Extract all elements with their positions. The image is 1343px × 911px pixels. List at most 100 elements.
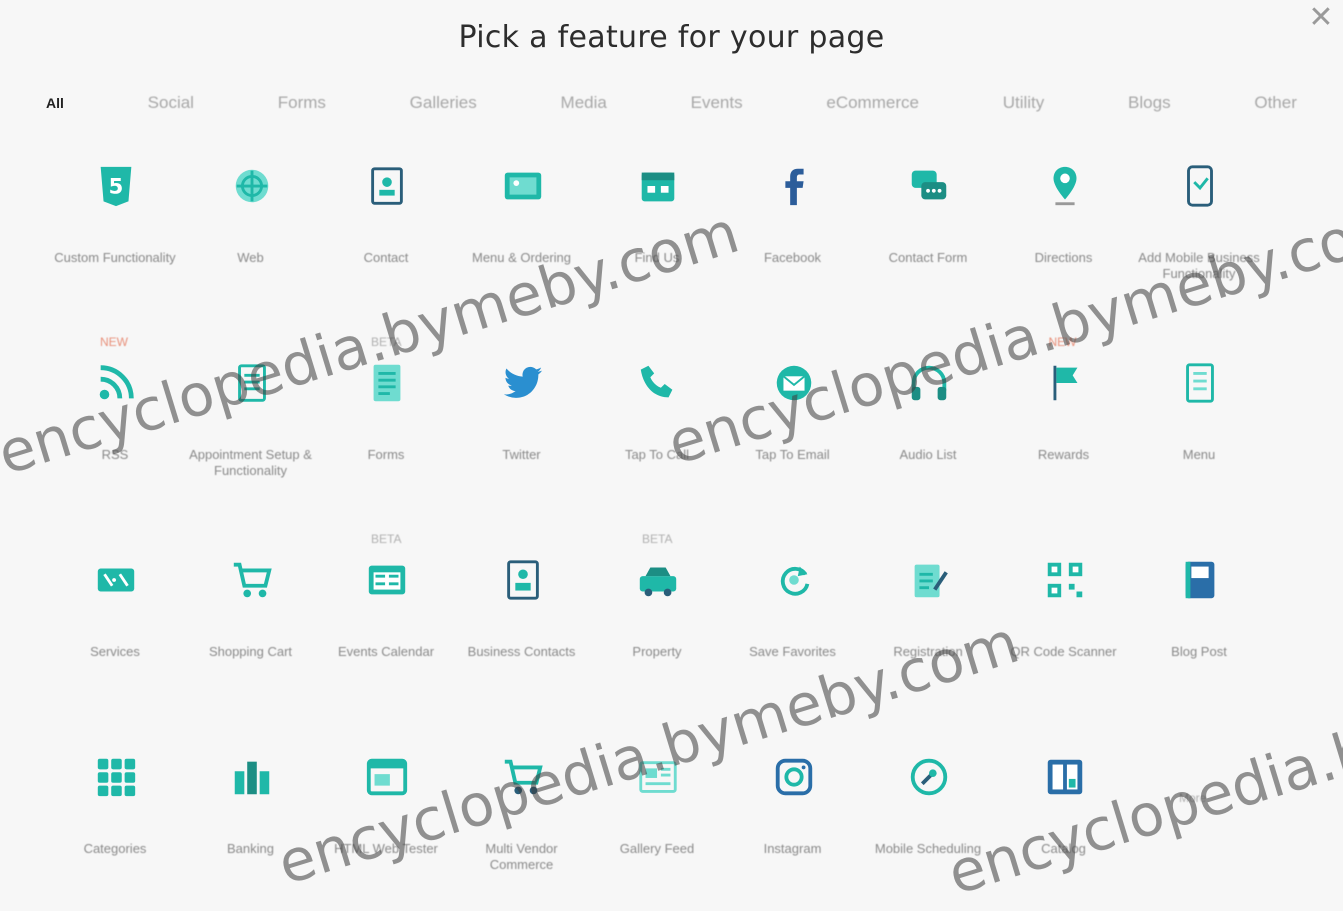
building-icon: [226, 751, 278, 803]
document-icon: [361, 357, 413, 409]
feature-tile[interactable]: BETA Property: [592, 532, 722, 714]
tab-utility[interactable]: Utility: [997, 89, 1051, 117]
feature-label: Menu & Ordering: [472, 250, 571, 265]
tab-all[interactable]: All: [40, 91, 70, 115]
rss-feed-icon: [90, 357, 142, 409]
feature-label: Events Calendar: [337, 644, 435, 659]
feature-label: Audio List: [899, 447, 957, 462]
feature-tile[interactable]: Contact: [321, 150, 451, 320]
feature-label: Gallery Feed: [619, 841, 695, 856]
cart-plus-icon: [497, 751, 549, 803]
event-calendar-icon: [361, 554, 413, 606]
web-window-icon: [361, 751, 413, 803]
feature-label: Save Favorites: [749, 644, 836, 659]
tab-social[interactable]: Social: [142, 89, 200, 117]
feature-tile[interactable]: NEW RSS: [50, 335, 180, 517]
feature-tile[interactable]: Find Us: [592, 150, 722, 320]
facebook-icon: [768, 160, 820, 212]
web-globe-icon: [226, 160, 278, 212]
feature-label: Facebook: [763, 250, 822, 265]
tab-other[interactable]: Other: [1248, 89, 1303, 117]
feature-tile[interactable]: Shopping Cart: [186, 544, 316, 714]
feature-label: Directions: [1034, 250, 1093, 265]
feature-tile[interactable]: Web: [186, 150, 316, 320]
category-tabs: All Social Forms Galleries Media Events eComme…: [40, 88, 1303, 118]
feature-tile[interactable]: Audio List: [863, 347, 993, 517]
feature-tile[interactable]: Business Contacts: [457, 544, 587, 714]
feature-badge: BETA: [642, 532, 673, 546]
checklist-icon: [903, 554, 955, 606]
feature-tile[interactable]: BETA Forms: [321, 335, 451, 517]
dialog-title: Pick a feature for your page: [458, 20, 885, 55]
feature-tile[interactable]: Blog Post: [1134, 544, 1264, 714]
member-card-icon: [497, 554, 549, 606]
headphones-icon: [903, 357, 955, 409]
feature-label: Add Mobile Business Functionality: [1138, 250, 1260, 281]
book-open-icon: [1039, 751, 1091, 803]
feature-badge: More: [1179, 791, 1207, 805]
feature-label: Forms: [367, 447, 405, 462]
feature-tile[interactable]: Services: [50, 544, 180, 714]
car-icon: [632, 554, 684, 606]
feature-tile[interactable]: Appointment Setup & Functionality: [186, 347, 316, 517]
grid-apps-icon: [90, 751, 142, 803]
feature-tile[interactable]: Menu: [1134, 347, 1264, 517]
feature-tile[interactable]: Save Favorites: [728, 544, 858, 714]
feature-tile[interactable]: QR Code Scanner: [999, 544, 1129, 714]
notepad-icon: [226, 357, 278, 409]
feature-tile[interactable]: Mobile Scheduling: [863, 741, 993, 911]
feature-tile[interactable]: Directions: [999, 150, 1129, 320]
feature-label: Appointment Setup & Functionality: [189, 447, 312, 478]
tab-blogs[interactable]: Blogs: [1122, 89, 1177, 117]
feature-badge: BETA: [371, 532, 402, 546]
notebook-icon: [1174, 554, 1226, 606]
feature-label: Custom Functionality: [54, 250, 176, 265]
news-icon: [632, 751, 684, 803]
chat-forum-icon: [903, 160, 955, 212]
feature-label: Menu: [1182, 447, 1216, 462]
feature-label: Property: [632, 644, 682, 659]
feature-tile[interactable]: Gallery Feed: [592, 741, 722, 911]
feature-tile[interactable]: Tap To Email: [728, 347, 858, 517]
feature-label: Mobile Scheduling: [874, 841, 982, 856]
feature-tile[interactable]: Catalog: [999, 741, 1129, 911]
menu-list-icon: [1174, 357, 1226, 409]
feature-label: Business Contacts: [467, 644, 576, 659]
feature-label: Blog Post: [1171, 644, 1227, 659]
feature-tile[interactable]: Facebook: [728, 150, 858, 320]
feature-tile[interactable]: Contact Form: [863, 150, 993, 320]
tab-media[interactable]: Media: [555, 89, 613, 117]
feature-tile[interactable]: Menu & Ordering: [457, 150, 587, 320]
feature-tile[interactable]: BETA Events Calendar: [321, 532, 451, 714]
feature-badge: BETA: [371, 335, 402, 349]
feature-tile[interactable]: Instagram: [728, 741, 858, 911]
feature-tile[interactable]: Multi Vendor Commerce: [457, 741, 587, 911]
feature-tile[interactable]: Twitter: [457, 347, 587, 517]
tab-ecommerce[interactable]: eCommerce: [820, 89, 925, 117]
feature-tile[interactable]: Categories: [50, 741, 180, 911]
feature-tile[interactable]: Banking: [186, 741, 316, 911]
shopping-cart-icon: [226, 554, 278, 606]
feature-label: RSS: [101, 447, 129, 462]
feature-label: Web: [237, 250, 264, 265]
feature-label: Contact Form: [888, 250, 968, 265]
feature-tile[interactable]: Registration: [863, 544, 993, 714]
tab-forms[interactable]: Forms: [272, 89, 332, 117]
html5-icon: 5: [90, 160, 142, 212]
feature-tile[interactable]: Tap To Call: [592, 347, 722, 517]
tab-events[interactable]: Events: [685, 89, 749, 117]
feature-label: Shopping Cart: [208, 644, 293, 659]
feature-badge: NEW: [1048, 335, 1077, 349]
feature-tile[interactable]: Add Mobile Business Functionality: [1134, 150, 1264, 320]
feature-tile[interactable]: More: [1134, 741, 1264, 911]
feature-tile[interactable]: HTML Web Tester: [321, 741, 451, 911]
tab-galleries[interactable]: Galleries: [404, 89, 483, 117]
feature-label: Find Us: [634, 250, 680, 265]
feature-tile[interactable]: 5 Custom Functionality: [50, 150, 180, 320]
close-icon[interactable]: ✕: [1307, 3, 1335, 33]
feature-label: Contact: [363, 250, 409, 265]
feature-tile[interactable]: NEW Rewards: [999, 335, 1129, 517]
twitter-icon: [497, 357, 549, 409]
refresh-icon: [768, 554, 820, 606]
mobile-app-icon: [1174, 160, 1226, 212]
